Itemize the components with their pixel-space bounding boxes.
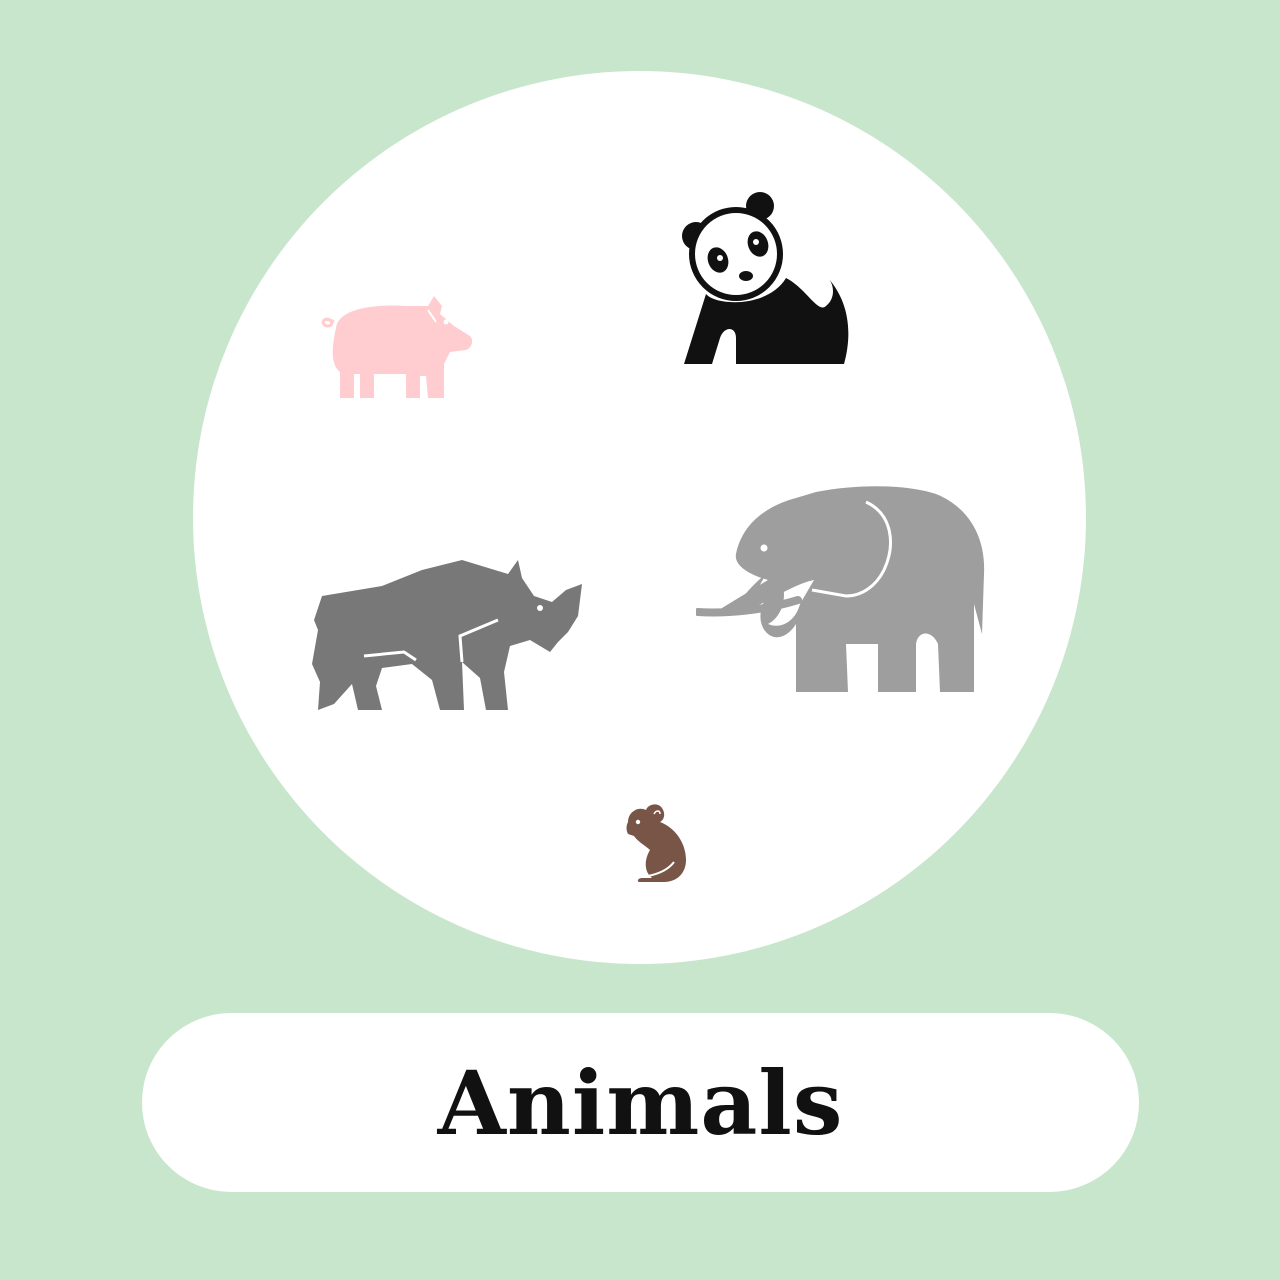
category-label-pill: Animals <box>142 1013 1139 1192</box>
category-title: Animals <box>437 1050 844 1155</box>
mouse-icon <box>624 800 690 884</box>
panda-icon <box>676 188 854 364</box>
rhino-icon <box>312 556 586 714</box>
category-card: Animals <box>0 0 1280 1280</box>
elephant-icon <box>696 484 988 694</box>
pig-icon <box>316 292 476 400</box>
